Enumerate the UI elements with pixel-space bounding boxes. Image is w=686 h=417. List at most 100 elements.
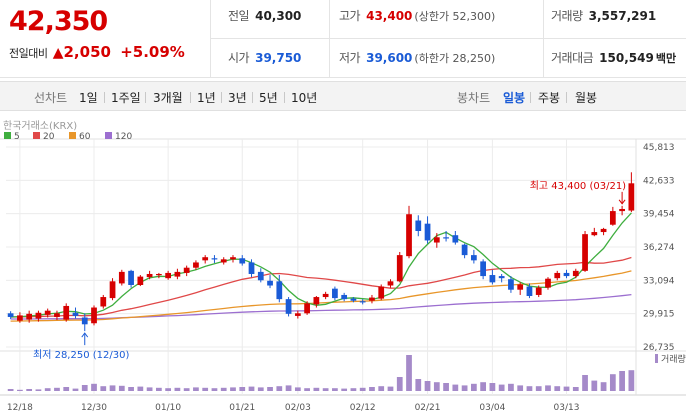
x-tick-label: 01/10 — [155, 403, 181, 413]
candle-body — [72, 312, 79, 316]
low-annotation: 최저 28,250 (12/30) — [33, 349, 129, 361]
volume-bar — [433, 382, 440, 391]
candle-body — [396, 255, 403, 282]
candle-weekly[interactable]: 주봉 — [538, 89, 560, 106]
range-10y[interactable]: 10년 — [291, 89, 317, 106]
candle-body — [424, 223, 431, 241]
x-tick-label: 02/21 — [415, 403, 441, 413]
candle-body — [294, 313, 301, 316]
y-tick-label: 36,274 — [643, 243, 675, 253]
candle-body — [81, 317, 88, 325]
candle-body — [239, 258, 246, 264]
candle-body — [267, 280, 273, 286]
change-label: 전일대비 — [9, 47, 48, 60]
candle-body — [526, 286, 533, 296]
separator — [252, 92, 253, 103]
candle-chart-label: 봉차트 — [457, 91, 491, 105]
volume-bar — [17, 389, 23, 391]
change-amount: 2,050 — [63, 43, 111, 61]
range-1w[interactable]: 1주일 — [111, 89, 141, 106]
high-value: 43,400 — [366, 9, 413, 23]
candle-body — [257, 271, 264, 281]
candle-body — [508, 279, 514, 290]
amount-stat: 거래대금 150,549 백만 — [551, 49, 676, 66]
volume-bar — [628, 370, 635, 391]
candle-body — [341, 294, 348, 300]
volume-bar — [7, 389, 14, 391]
candle-body — [452, 235, 459, 243]
legend-swatch — [69, 132, 76, 139]
range-3m[interactable]: 3개월 — [153, 89, 183, 106]
volume-bar — [220, 387, 227, 391]
stock-quote-widget: 42,350 전일대비 ▲2,050 +5.09% 전일 40,300 고가 43,… — [0, 0, 686, 417]
volume-bar — [26, 389, 33, 391]
candle-body — [489, 275, 496, 283]
amount-unit: 백만 — [655, 52, 677, 65]
divider — [211, 77, 686, 78]
candle-daily[interactable]: 일봉 — [503, 89, 525, 106]
low-value: 39,600 — [366, 51, 413, 65]
legend-label: 120 — [115, 132, 132, 142]
divider — [543, 0, 544, 78]
candle-monthly[interactable]: 월봉 — [575, 89, 597, 106]
candles — [7, 172, 635, 332]
volume-bar — [202, 387, 209, 391]
candle-body — [146, 273, 153, 278]
volume-bar — [276, 386, 283, 391]
x-tick-label: 12/18 — [7, 403, 33, 413]
volume-bar — [600, 382, 607, 391]
candle-body — [572, 270, 579, 277]
legend-label: 60 — [79, 132, 91, 142]
legend-label: 20 — [43, 132, 55, 142]
volume-bar — [535, 386, 542, 391]
volume-value: 3,557,291 — [588, 9, 657, 23]
candle-body — [535, 287, 542, 295]
candle-body — [554, 272, 561, 279]
legend-swatch — [105, 132, 112, 139]
candle-body — [118, 271, 125, 284]
candle-body — [174, 271, 181, 277]
volume-bar — [350, 388, 357, 391]
candle-body — [220, 259, 227, 263]
amount-value: 150,549 — [599, 51, 654, 65]
candle-body — [230, 257, 236, 260]
volume-bar — [81, 385, 88, 391]
separator — [145, 92, 146, 103]
volume-bar — [554, 386, 561, 391]
volume-bar — [137, 386, 144, 391]
candlestick-chart: 한국거래소(KRX) 5 20 60 120 최고 43,400 (03/21) 최저 … — [0, 120, 686, 413]
volume-bar — [313, 387, 320, 391]
range-1y[interactable]: 1년 — [197, 89, 216, 106]
volume-bar — [591, 380, 598, 391]
open-label: 시가 — [228, 51, 250, 65]
separator — [530, 92, 531, 103]
amount-label: 거래대금 — [551, 51, 594, 65]
volume-bar — [230, 387, 236, 391]
candle-body — [26, 313, 33, 320]
candle-body — [211, 258, 218, 260]
volume-bar — [72, 388, 79, 391]
candle-body — [183, 267, 190, 273]
y-tick-label: 39,454 — [643, 210, 675, 220]
candle-body — [304, 303, 310, 314]
volume-bar — [193, 387, 199, 391]
volume-label: 거래량 — [551, 9, 583, 23]
range-1d[interactable]: 1일 — [79, 89, 98, 106]
volume-bar — [452, 384, 459, 391]
volume-bar — [248, 386, 255, 391]
volume-bar — [443, 383, 449, 391]
volume-bar — [489, 383, 496, 391]
candle-body — [63, 305, 70, 320]
low-stat: 저가 39,600 (하한가 28,250) — [339, 49, 495, 66]
open-value: 39,750 — [255, 51, 302, 65]
volume-bar — [304, 388, 310, 391]
range-3y[interactable]: 3년 — [228, 89, 247, 106]
candle-body — [193, 262, 199, 268]
volume-bar — [322, 388, 329, 391]
separator — [566, 92, 567, 103]
candle-body — [248, 262, 255, 274]
volume-bar — [378, 386, 385, 391]
candle-body — [480, 261, 487, 277]
volume-bar — [341, 388, 348, 391]
range-5y[interactable]: 5년 — [259, 89, 278, 106]
